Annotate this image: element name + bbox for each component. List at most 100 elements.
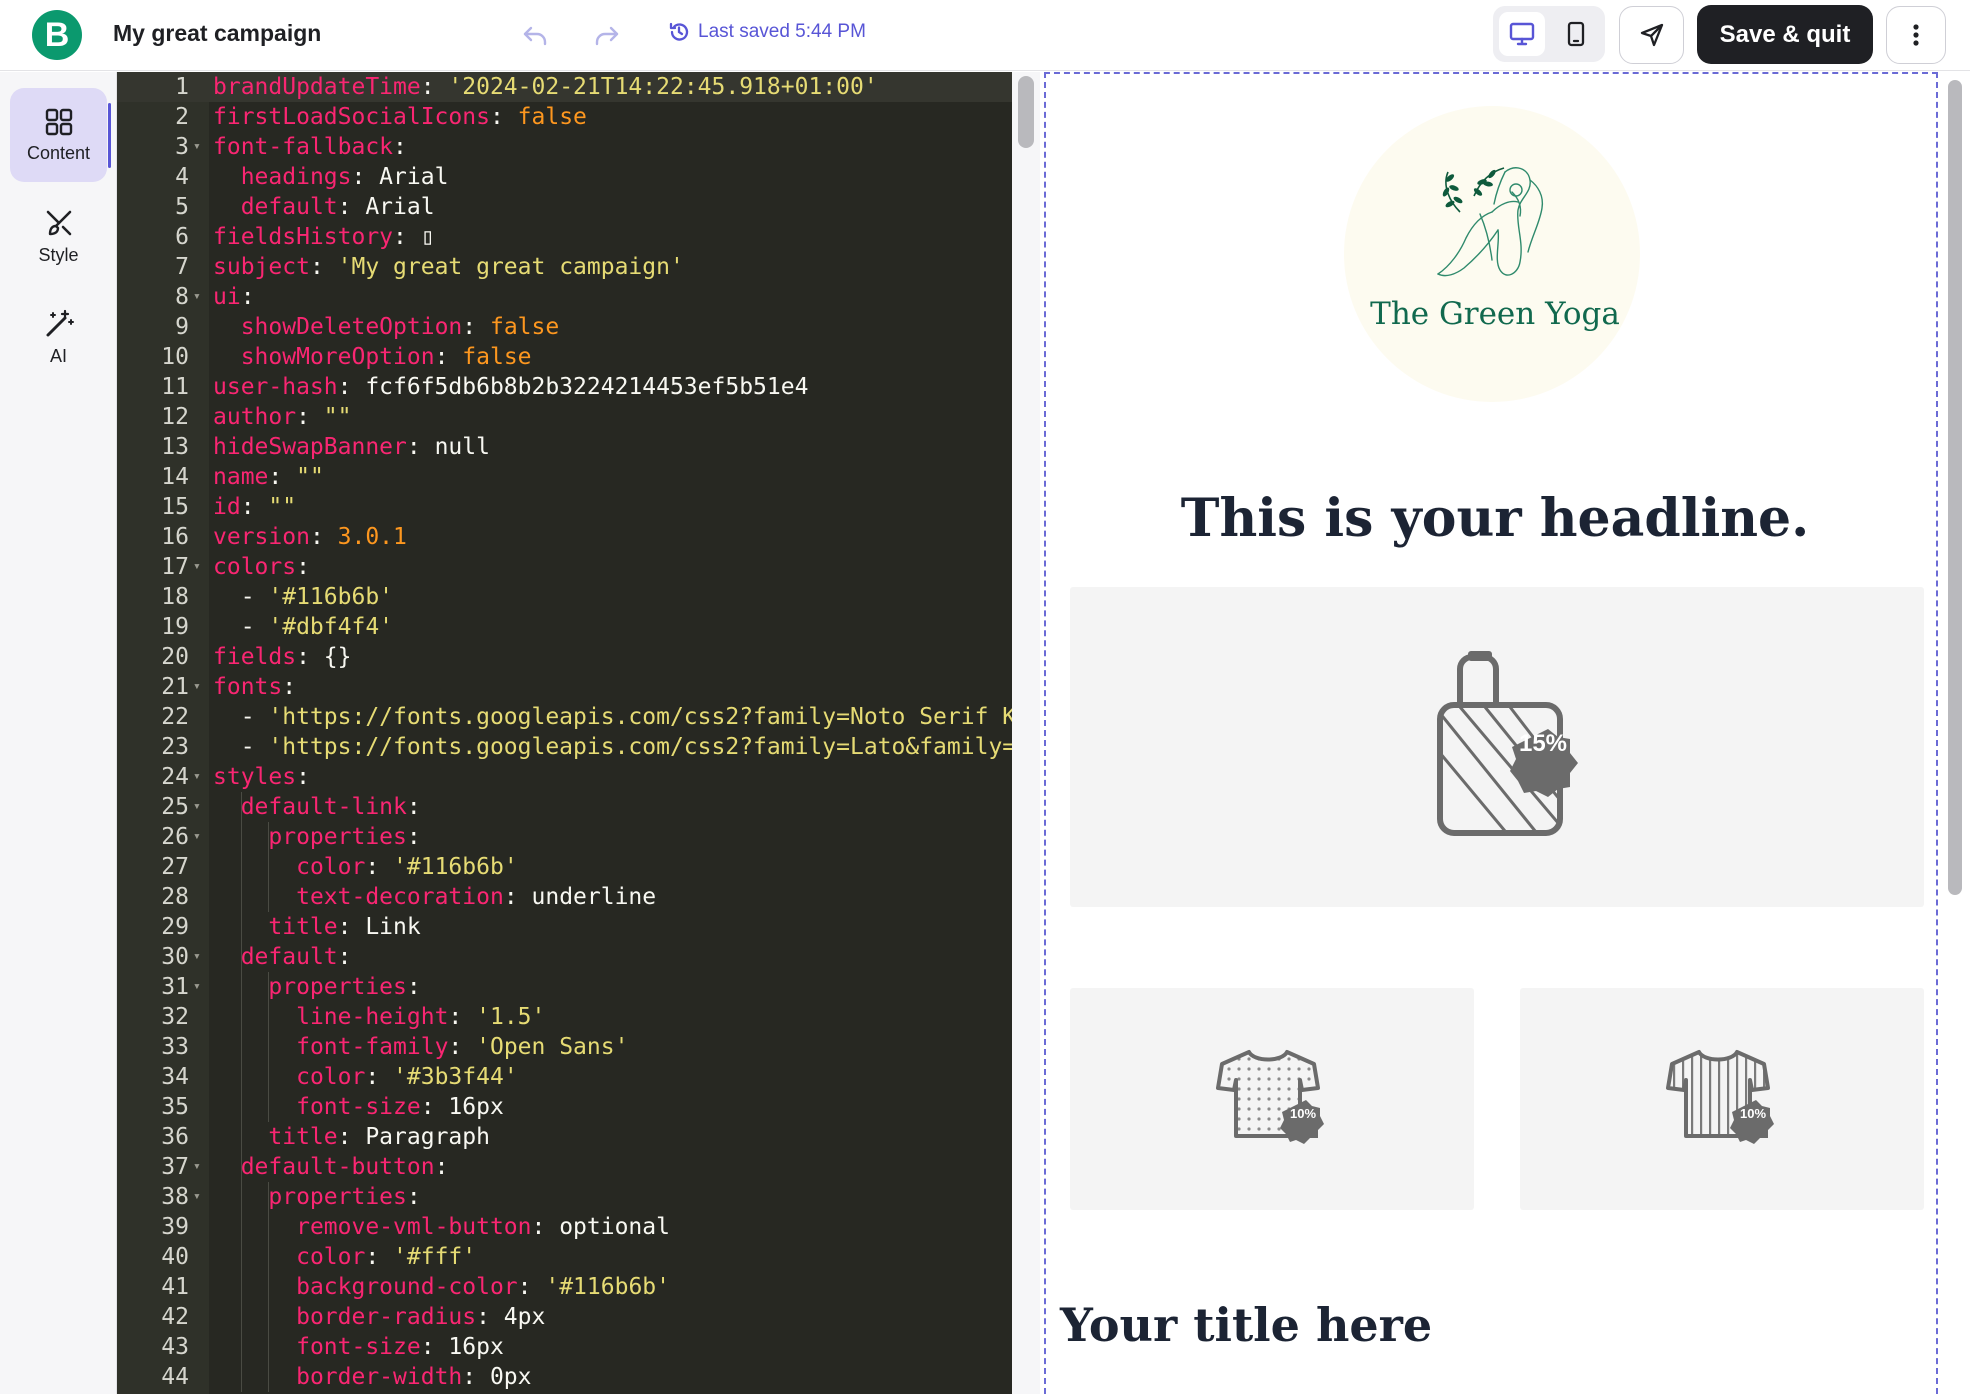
fold-toggle-icon[interactable]: ▾: [193, 762, 201, 792]
yaml-code-editor[interactable]: 1 brandUpdateTime: '2024-02-21T14:22:45.9…: [117, 72, 1012, 1394]
code-line[interactable]: 16 version: 3.0.1: [117, 522, 1012, 552]
campaign-name[interactable]: My great campaign: [113, 20, 321, 47]
code-line[interactable]: 8 ▾ ui:: [117, 282, 1012, 312]
code-line[interactable]: 34 color: '#3b3f44': [117, 1062, 1012, 1092]
code-line[interactable]: 12 author: "": [117, 402, 1012, 432]
section-title[interactable]: Your title here: [1060, 1298, 1432, 1352]
sidebar-item-content[interactable]: Content: [10, 88, 107, 182]
code-text: default:: [240, 944, 352, 970]
code-line[interactable]: 23 - 'https://fonts.googleapis.com/css2?…: [117, 732, 1012, 762]
code-line[interactable]: 11 user-hash: fcf6f5db6b8b2b3224214453ef5…: [117, 372, 1012, 402]
code-text: default-link:: [240, 794, 421, 820]
code-line[interactable]: 28 text-decoration: underline: [117, 882, 1012, 912]
code-line[interactable]: 29 title: Link: [117, 912, 1012, 942]
code-line[interactable]: 26 ▾ properties:: [117, 822, 1012, 852]
line-number: 18: [161, 584, 189, 610]
code-line[interactable]: 22 - 'https://fonts.googleapis.com/css2?…: [117, 702, 1012, 732]
code-line[interactable]: 27 color: '#116b6b': [117, 852, 1012, 882]
more-vertical-icon: [1913, 24, 1919, 46]
history-icon: [669, 22, 689, 41]
code-line[interactable]: 1 brandUpdateTime: '2024-02-21T14:22:45.9…: [117, 72, 1012, 102]
code-line[interactable]: 40 color: '#fff': [117, 1242, 1012, 1272]
code-line[interactable]: 30 ▾ default:: [117, 942, 1012, 972]
code-line[interactable]: 44 border-width: 0px: [117, 1362, 1012, 1392]
yoga-figure-logo[interactable]: [1420, 142, 1570, 292]
line-number: 5: [175, 194, 189, 220]
code-line[interactable]: 43 font-size: 16px: [117, 1332, 1012, 1362]
code-line[interactable]: 2 firstLoadSocialIcons: false: [117, 102, 1012, 132]
code-text: color: '#fff': [296, 1244, 477, 1270]
code-line[interactable]: 21 ▾ fonts:: [117, 672, 1012, 702]
fold-toggle-icon[interactable]: ▾: [193, 672, 201, 702]
code-line[interactable]: 24 ▾ styles:: [117, 762, 1012, 792]
fold-toggle-icon[interactable]: ▾: [193, 552, 201, 582]
sidebar-item-style[interactable]: Style: [10, 189, 107, 283]
line-number: 39: [161, 1214, 189, 1240]
code-line[interactable]: 36 title: Paragraph: [117, 1122, 1012, 1152]
code-line[interactable]: 33 font-family: 'Open Sans': [117, 1032, 1012, 1062]
product-discount-badge-left: 10%: [1289, 1106, 1317, 1121]
line-number: 17: [161, 554, 189, 580]
code-line[interactable]: 5 default: Arial: [117, 192, 1012, 222]
code-text: remove-vml-button: optional: [296, 1214, 670, 1240]
fold-toggle-icon[interactable]: ▾: [193, 132, 201, 162]
fold-toggle-icon[interactable]: ▾: [193, 942, 201, 972]
code-text: color: '#3b3f44': [296, 1064, 518, 1090]
fold-toggle-icon[interactable]: ▾: [193, 972, 201, 1002]
code-line[interactable]: 31 ▾ properties:: [117, 972, 1012, 1002]
line-number: 36: [161, 1124, 189, 1150]
code-text: default: Arial: [240, 194, 435, 220]
code-line[interactable]: 4 headings: Arial: [117, 162, 1012, 192]
code-line[interactable]: 9 showDeleteOption: false: [117, 312, 1012, 342]
editor-scrollbar[interactable]: [1018, 76, 1034, 148]
redo-button[interactable]: [589, 18, 625, 54]
code-line[interactable]: 3 ▾ font-fallback:: [117, 132, 1012, 162]
code-line[interactable]: 42 border-radius: 4px: [117, 1302, 1012, 1332]
fold-toggle-icon[interactable]: ▾: [193, 282, 201, 312]
code-line[interactable]: 39 remove-vml-button: optional: [117, 1212, 1012, 1242]
line-number: 44: [161, 1364, 189, 1390]
last-saved-status[interactable]: Last saved 5:44 PM: [668, 21, 866, 43]
preview-scrollbar[interactable]: [1948, 80, 1962, 895]
code-line[interactable]: 37 ▾ default-button:: [117, 1152, 1012, 1182]
code-line[interactable]: 14 name: "": [117, 462, 1012, 492]
code-line[interactable]: 13 hideSwapBanner: null: [117, 432, 1012, 462]
code-text: subject: 'My great great campaign': [213, 254, 684, 280]
mobile-view-button[interactable]: [1553, 12, 1599, 56]
send-test-button[interactable]: [1619, 6, 1684, 64]
code-line[interactable]: 32 line-height: '1.5': [117, 1002, 1012, 1032]
fold-toggle-icon[interactable]: ▾: [193, 1152, 201, 1182]
fold-toggle-icon[interactable]: ▾: [193, 1182, 201, 1212]
email-headline[interactable]: This is your headline.: [1060, 488, 1930, 549]
line-number: 4: [175, 164, 189, 190]
more-options-button[interactable]: [1886, 6, 1946, 64]
fold-toggle-icon[interactable]: ▾: [193, 792, 201, 822]
undo-button[interactable]: [517, 18, 553, 54]
code-text: line-height: '1.5': [296, 1004, 546, 1030]
line-number: 21: [161, 674, 189, 700]
code-line[interactable]: 7 subject: 'My great great campaign': [117, 252, 1012, 282]
save-and-quit-button[interactable]: Save & quit: [1697, 5, 1873, 64]
code-text: properties:: [268, 824, 421, 850]
editor-scrollbar-track[interactable]: [1012, 72, 1040, 1394]
indent-guide: [268, 822, 270, 912]
code-text: styles:: [213, 764, 310, 790]
magic-wand-icon: [46, 309, 74, 336]
line-number: 22: [161, 704, 189, 730]
code-line[interactable]: 6 fieldsHistory: ▯: [117, 222, 1012, 252]
code-line[interactable]: 41 background-color: '#116b6b': [117, 1272, 1012, 1302]
fold-toggle-icon[interactable]: ▾: [193, 822, 201, 852]
code-line[interactable]: 10 showMoreOption: false: [117, 342, 1012, 372]
code-text: background-color: '#116b6b': [296, 1274, 670, 1300]
code-line[interactable]: 20 fields: {}: [117, 642, 1012, 672]
code-line[interactable]: 35 font-size: 16px: [117, 1092, 1012, 1122]
code-line[interactable]: 17 ▾ colors:: [117, 552, 1012, 582]
desktop-view-button[interactable]: [1499, 12, 1545, 56]
code-line[interactable]: 19 - '#dbf4f4': [117, 612, 1012, 642]
code-line[interactable]: 18 - '#116b6b': [117, 582, 1012, 612]
sidebar-item-ai[interactable]: AI: [10, 290, 107, 384]
code-line[interactable]: 25 ▾ default-link:: [117, 792, 1012, 822]
brevo-logo[interactable]: B: [32, 10, 82, 60]
code-line[interactable]: 38 ▾ properties:: [117, 1182, 1012, 1212]
code-line[interactable]: 15 id: "": [117, 492, 1012, 522]
